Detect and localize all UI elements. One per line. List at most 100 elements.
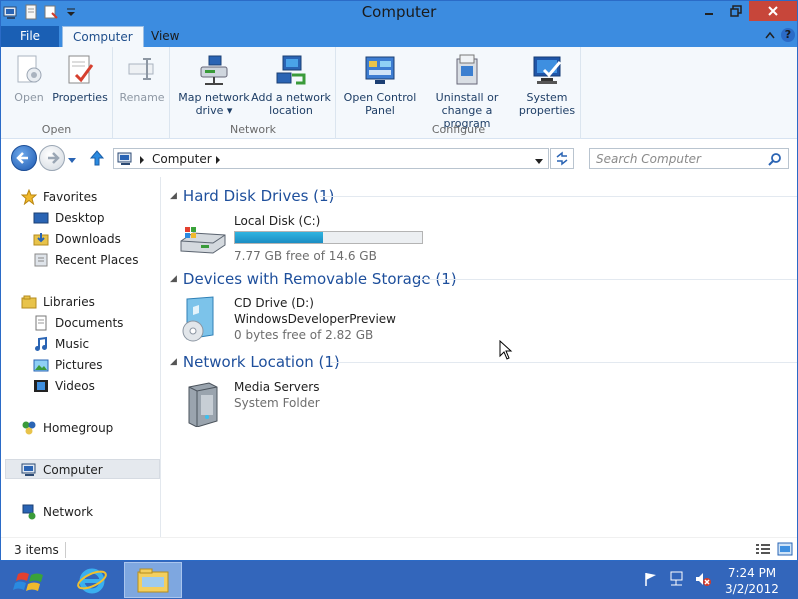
tab-computer[interactable]: Computer	[62, 26, 144, 47]
nav-libraries[interactable]: Libraries	[21, 292, 95, 311]
recent-locations-dropdown[interactable]	[67, 154, 77, 168]
search-input[interactable]: Search Computer	[596, 152, 701, 166]
breadcrumb-computer[interactable]: Computer	[152, 152, 212, 166]
system-properties-button[interactable]: System properties	[517, 53, 577, 117]
internet-explorer-icon	[77, 568, 107, 594]
collapse-chevron-icon[interactable]: ◢	[170, 274, 177, 284]
forward-button[interactable]	[39, 145, 65, 171]
collapse-chevron-icon[interactable]: ◢	[170, 191, 177, 201]
media-server-icon	[188, 382, 218, 427]
group-hard-disk-drives[interactable]: ◢ Hard Disk Drives (1)	[170, 186, 797, 206]
taskbar: 7:24 PM 3/2/2012	[0, 561, 798, 599]
ribbon-group-network: Map network drive ▾ Add a network location…	[171, 47, 336, 139]
ribbon-group-configure: Open Control Panel Uninstall or change a p…	[337, 47, 581, 139]
clock-date: 3/2/2012	[725, 582, 779, 596]
nav-desktop[interactable]: Desktop	[33, 208, 105, 227]
rename-label: Rename	[119, 91, 165, 104]
nav-homegroup[interactable]: Homegroup	[21, 418, 113, 437]
ribbon-group-open: Open Properties Open	[1, 47, 113, 139]
properties-label: Properties	[52, 91, 108, 104]
minimize-button[interactable]	[695, 1, 722, 21]
pictures-icon	[33, 357, 49, 373]
nav-computer[interactable]: Computer	[21, 460, 103, 479]
mouse-cursor-icon	[499, 340, 513, 360]
minimize-ribbon-icon[interactable]	[765, 29, 775, 42]
minimize-icon	[704, 13, 713, 15]
details-view-icon[interactable]	[755, 542, 771, 556]
tab-file[interactable]: File	[1, 26, 59, 47]
close-button[interactable]	[749, 1, 797, 21]
folder-icon	[137, 568, 169, 593]
properties-icon	[68, 55, 94, 84]
address-bar[interactable]: Computer	[113, 148, 549, 169]
tiles-view-icon[interactable]	[777, 542, 793, 556]
item-count: 3 items	[14, 543, 59, 557]
control-panel-icon	[365, 56, 395, 84]
open-icon	[17, 55, 42, 83]
properties-button[interactable]: Properties	[51, 53, 109, 104]
documents-icon	[33, 315, 49, 331]
nav-recent-places[interactable]: Recent Places	[33, 250, 138, 269]
music-icon	[33, 336, 49, 352]
media-servers-type: System Folder	[234, 396, 320, 410]
navigation-pane: Favorites Desktop Downloads Recent Place…	[1, 177, 161, 537]
nav-downloads[interactable]: Downloads	[33, 229, 121, 248]
open-button[interactable]: Open	[9, 53, 49, 104]
drive-c-free-space: 7.77 GB free of 14.6 GB	[234, 249, 377, 263]
address-history-dropdown[interactable]	[534, 155, 544, 169]
maximize-button[interactable]	[722, 1, 749, 21]
tab-view[interactable]: View	[141, 26, 189, 47]
group-configure-label: Configure	[431, 123, 486, 136]
forward-arrow-icon	[48, 152, 60, 164]
back-arrow-icon	[16, 152, 28, 164]
search-box[interactable]: Search Computer	[589, 148, 789, 169]
group-removable-storage[interactable]: ◢ Devices with Removable Storage (1)	[170, 269, 797, 289]
drive-d-free-space: 0 bytes free of 2.82 GB	[234, 328, 374, 342]
window-controls	[695, 1, 797, 21]
collapse-chevron-icon[interactable]: ◢	[170, 357, 177, 367]
action-center-flag-icon[interactable]	[643, 571, 659, 587]
nav-network[interactable]: Network	[21, 502, 93, 521]
rename-icon	[128, 58, 154, 80]
taskbar-internet-explorer[interactable]	[63, 562, 121, 598]
computer-icon	[21, 462, 37, 478]
homegroup-icon	[21, 420, 37, 436]
open-control-panel-button[interactable]: Open Control Panel	[341, 53, 419, 117]
nav-documents[interactable]: Documents	[33, 313, 123, 332]
help-icon[interactable]: ?	[781, 28, 795, 42]
volume-muted-icon[interactable]	[695, 571, 711, 587]
search-icon[interactable]	[768, 152, 782, 169]
restore-icon	[729, 5, 742, 17]
media-servers-name: Media Servers	[234, 380, 320, 394]
breadcrumb-separator-icon[interactable]	[139, 154, 145, 168]
rename-button[interactable]: Rename	[118, 53, 166, 104]
group-divider	[330, 362, 797, 363]
hard-drive-icon	[180, 227, 226, 254]
drive-c-usage-bar	[234, 231, 423, 244]
nav-favorites[interactable]: Favorites	[20, 187, 97, 206]
nav-videos[interactable]: Videos	[33, 376, 95, 395]
refresh-button[interactable]	[550, 148, 574, 169]
ribbon-group-rename: Rename	[114, 47, 170, 139]
clock[interactable]: 7:24 PM 3/2/2012	[722, 565, 782, 597]
drive-c-name: Local Disk (C:)	[234, 214, 321, 228]
taskbar-file-explorer[interactable]	[124, 562, 182, 598]
nav-music[interactable]: Music	[33, 334, 89, 353]
clock-time: 7:24 PM	[727, 566, 777, 580]
close-icon	[768, 6, 778, 16]
drive-d-label: WindowsDeveloperPreview	[234, 312, 396, 326]
breadcrumb-separator-icon[interactable]	[215, 154, 221, 168]
recent-places-icon	[33, 252, 49, 268]
start-button[interactable]	[10, 566, 50, 596]
map-network-drive-button[interactable]: Map network drive ▾	[176, 53, 252, 117]
system-properties-icon	[533, 56, 562, 84]
nav-pictures[interactable]: Pictures	[33, 355, 103, 374]
uninstall-program-button[interactable]: Uninstall or change a program	[419, 53, 515, 130]
up-button[interactable]	[89, 149, 105, 170]
back-button[interactable]	[11, 145, 37, 171]
add-network-location-button[interactable]: Add a network location	[251, 53, 331, 117]
group-network-location[interactable]: ◢ Network Location (1)	[170, 352, 797, 372]
network-tray-icon[interactable]	[669, 571, 685, 587]
title-bar[interactable]: Computer	[1, 1, 797, 25]
desktop-icon	[33, 210, 49, 226]
